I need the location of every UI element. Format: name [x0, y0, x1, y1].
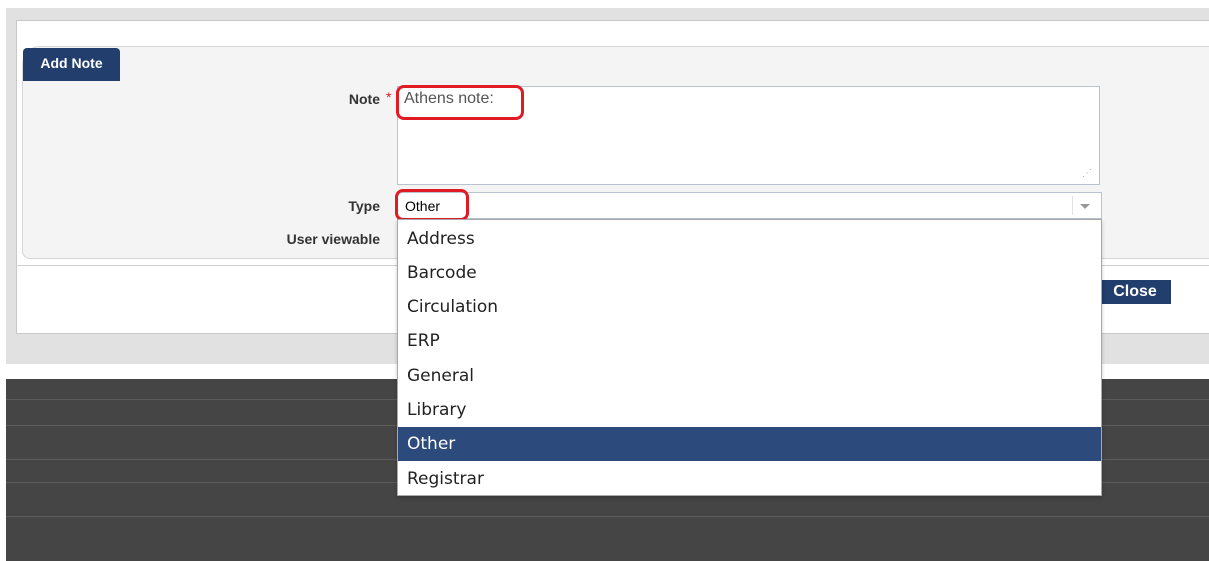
type-label: Type	[348, 198, 380, 214]
type-select[interactable]	[397, 192, 1102, 219]
user-viewable-label: User viewable	[286, 231, 380, 247]
type-dropdown-list: Address Barcode Circulation ERP General …	[397, 219, 1102, 496]
dropdown-option-library[interactable]: Library	[398, 393, 1101, 427]
dropdown-option-other[interactable]: Other	[398, 427, 1101, 461]
note-label: Note	[348, 91, 380, 107]
required-marker: *	[386, 89, 392, 105]
top-strip	[0, 0, 1209, 8]
panel-header-add-note: Add Note	[23, 48, 120, 81]
select-divider	[1072, 196, 1073, 215]
dropdown-option-general[interactable]: General	[398, 359, 1101, 393]
close-button[interactable]: Close	[1099, 280, 1171, 304]
annotation-highlight-note	[396, 85, 524, 120]
chevron-down-icon[interactable]	[1080, 204, 1090, 209]
dropdown-option-barcode[interactable]: Barcode	[398, 256, 1101, 290]
resize-handle-icon[interactable]: ⋰	[1082, 168, 1092, 179]
annotation-highlight-type	[395, 189, 469, 221]
dropdown-option-address[interactable]: Address	[398, 222, 1101, 256]
backdrop-row-line	[6, 516, 1209, 517]
dropdown-option-registrar[interactable]: Registrar	[398, 462, 1101, 496]
dropdown-option-erp[interactable]: ERP	[398, 324, 1101, 358]
dropdown-option-circulation[interactable]: Circulation	[398, 290, 1101, 324]
